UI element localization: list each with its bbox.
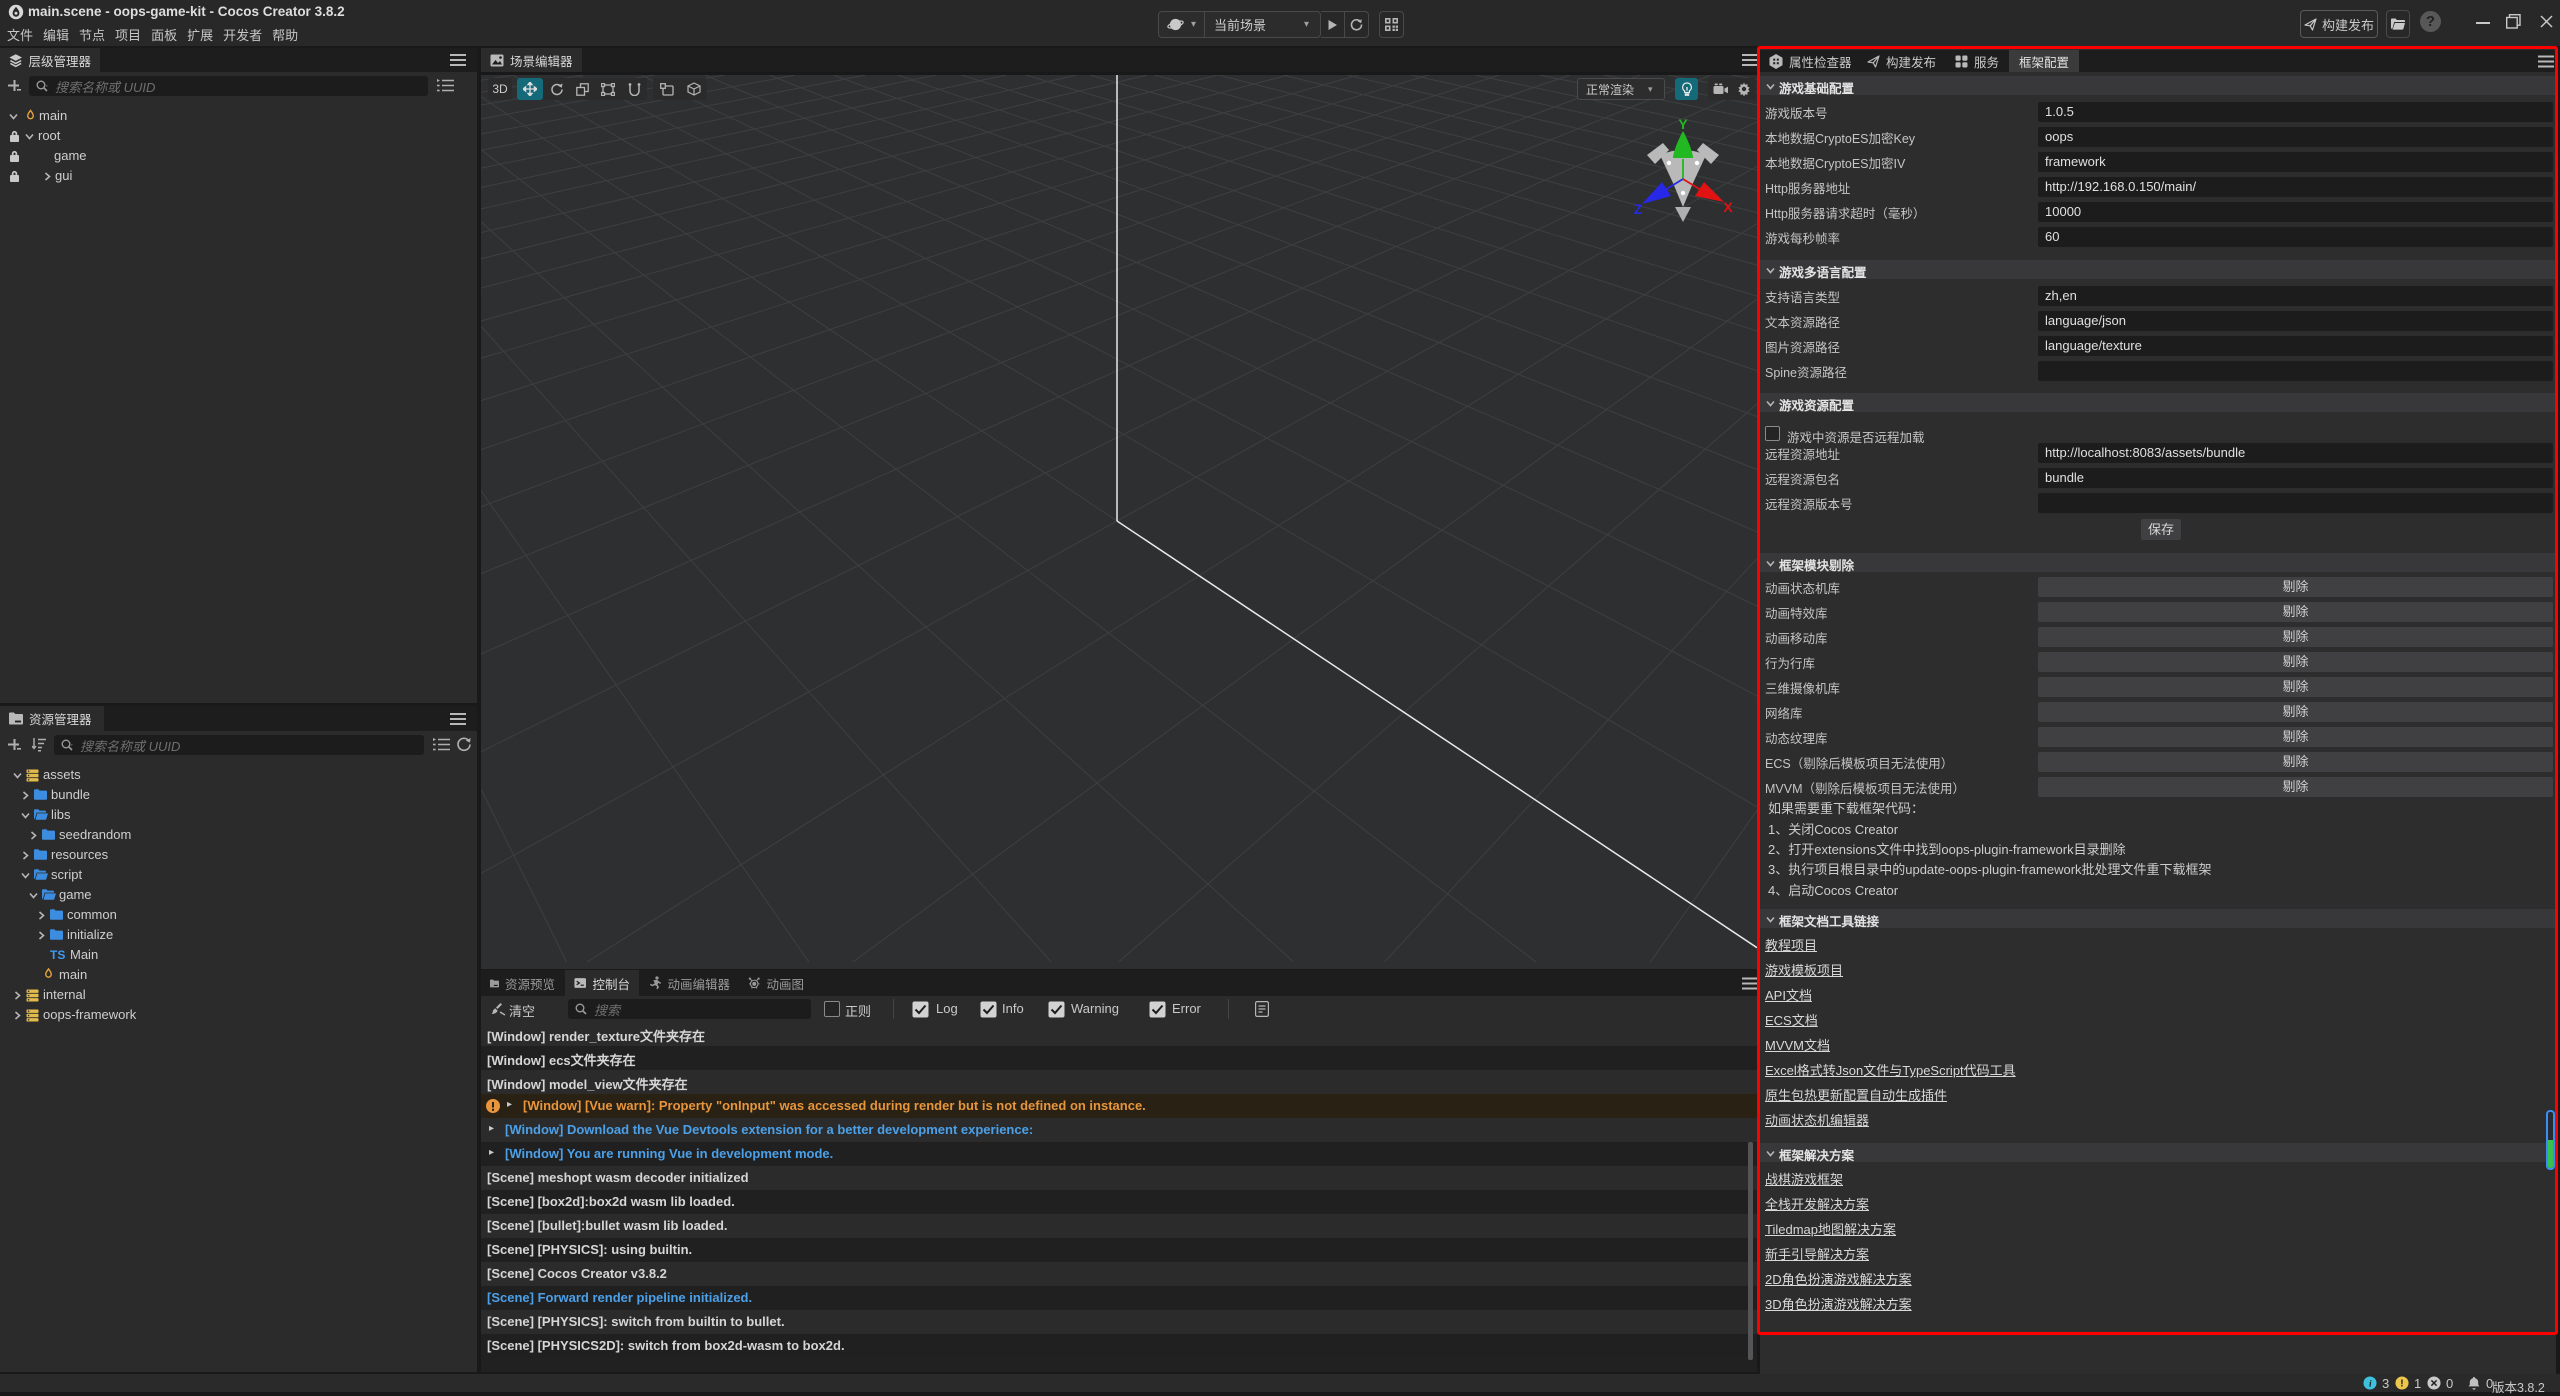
svg-text:Y: Y bbox=[1678, 119, 1688, 132]
svg-text:i: i bbox=[2369, 1380, 2372, 1390]
svg-text:!: ! bbox=[2400, 1379, 2403, 1390]
svg-text:X: X bbox=[1723, 199, 1733, 215]
svg-text:Z: Z bbox=[1634, 201, 1643, 217]
